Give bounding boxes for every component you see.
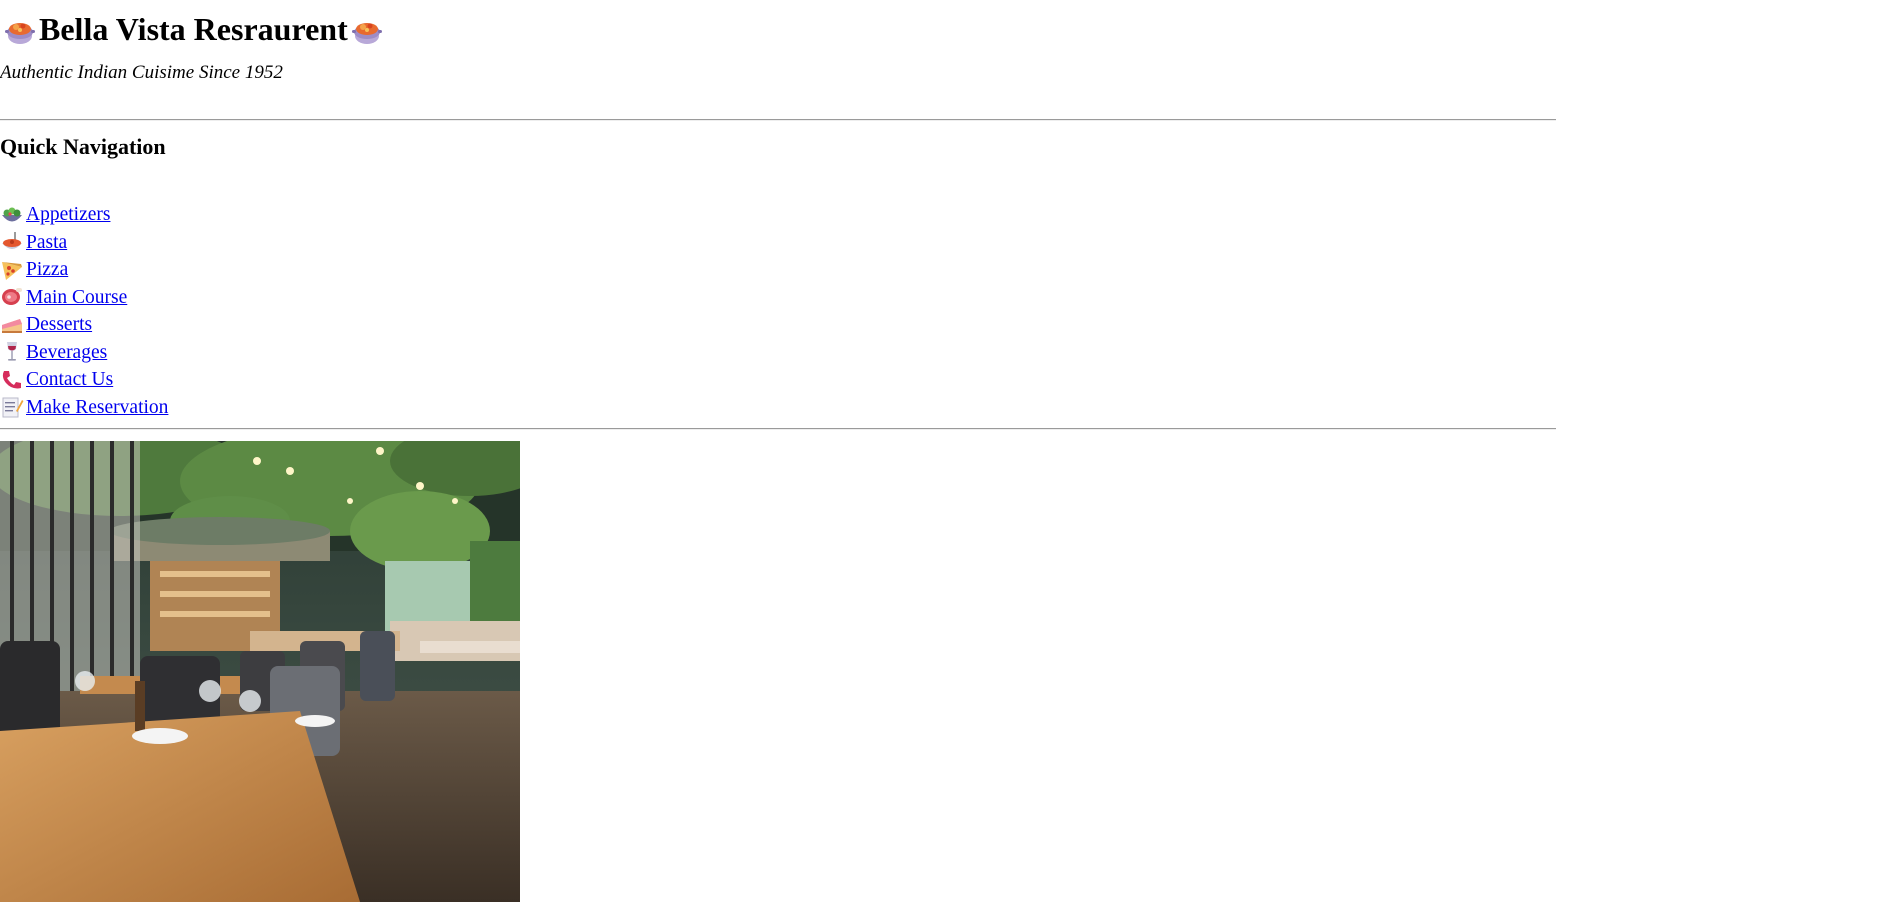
cake-icon <box>0 314 24 336</box>
nav-link-make-reservation[interactable]: Make Reservation <box>0 394 168 421</box>
nav-link-main-course[interactable]: Main Course <box>0 284 127 311</box>
nav-item-desserts: Desserts <box>0 311 168 339</box>
spaghetti-icon <box>0 231 24 253</box>
nav-label: Make Reservation <box>26 396 169 418</box>
salad-icon <box>0 204 24 226</box>
nav-link-appetizers[interactable]: Appetizers <box>0 201 110 228</box>
nav-label: Pasta <box>26 231 68 253</box>
nav-list: Appetizers Pasta Pizza Main Course Desse… <box>0 201 168 421</box>
memo-icon <box>0 396 24 418</box>
nav-link-desserts[interactable]: Desserts <box>0 311 92 338</box>
meat-icon <box>0 286 24 308</box>
page: Bella Vista Resraurent Authentic Indian … <box>0 0 1880 902</box>
telephone-icon <box>0 369 24 391</box>
nav-label: Appetizers <box>26 204 111 225</box>
pizza-icon <box>0 259 24 281</box>
nav-item-make-reservation: Make Reservation <box>0 394 168 422</box>
nav-link-contact-us[interactable]: Contact Us <box>0 366 113 393</box>
nav-label: Contact Us <box>26 369 114 390</box>
nav-label: Beverages <box>26 341 108 363</box>
tagline: Authentic Indian Cuisime Since 1952 <box>0 62 283 83</box>
nav-label: Desserts <box>26 314 93 335</box>
nav-heading: Quick Navigation <box>0 134 166 159</box>
nav-link-beverages[interactable]: Beverages <box>0 339 107 366</box>
restaurant-interior-photo <box>0 441 520 902</box>
nav-item-main-course: Main Course <box>0 284 168 312</box>
divider <box>0 428 1556 430</box>
cooking-pot-icon <box>351 14 383 46</box>
nav-link-pizza[interactable]: Pizza <box>0 256 68 283</box>
nav-item-pizza: Pizza <box>0 256 168 284</box>
nav-item-beverages: Beverages <box>0 339 168 367</box>
nav-label: Pizza <box>26 259 69 280</box>
nav-item-appetizers: Appetizers <box>0 201 168 229</box>
divider <box>0 119 1556 121</box>
site-title: Bella Vista Resraurent <box>4 11 383 48</box>
nav-label: Main Course <box>26 286 128 308</box>
nav-item-pasta: Pasta <box>0 229 168 257</box>
scrollbar[interactable] <box>1868 0 1880 902</box>
nav-link-pasta[interactable]: Pasta <box>0 229 67 256</box>
cooking-pot-icon <box>4 14 36 46</box>
site-title-text: Bella Vista Resraurent <box>39 11 348 47</box>
nav-item-contact-us: Contact Us <box>0 366 168 394</box>
wine-glass-icon <box>0 341 24 363</box>
